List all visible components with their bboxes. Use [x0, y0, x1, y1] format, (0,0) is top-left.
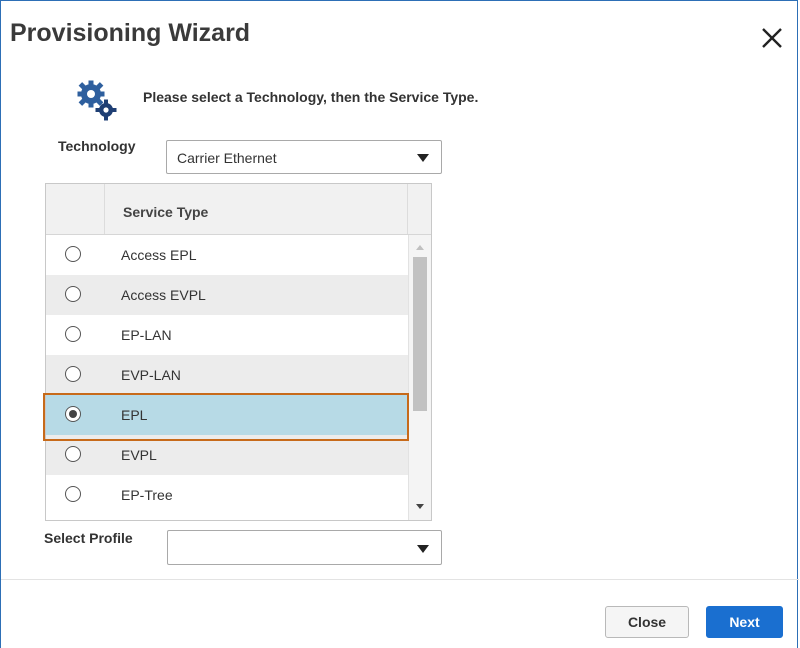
profile-select[interactable] [167, 530, 442, 565]
vertical-scrollbar[interactable] [408, 235, 431, 520]
service-type-label: EP-LAN [121, 327, 172, 343]
radio-button-checked[interactable] [65, 406, 81, 422]
service-type-label: EVPL [121, 447, 157, 463]
table-row[interactable]: Access EVPL [46, 275, 408, 315]
instruction-text: Please select a Technology, then the Ser… [143, 89, 479, 105]
table-row[interactable]: EP-LAN [46, 315, 408, 355]
radio-dot-icon [69, 410, 77, 418]
service-type-label: Access EPL [121, 247, 197, 263]
table-row[interactable]: EPL [46, 395, 408, 435]
chevron-down-icon [417, 545, 429, 553]
next-button[interactable]: Next [706, 606, 783, 638]
select-profile-label: Select Profile [44, 530, 133, 546]
scroll-down-arrow-icon[interactable] [416, 504, 424, 509]
radio-button[interactable] [65, 246, 81, 262]
technology-label: Technology [58, 138, 136, 154]
dialog-title: Provisioning Wizard [10, 19, 251, 47]
service-type-grid: Service Type Access EPL Access EVPL EP-LAN… [45, 183, 432, 521]
table-row[interactable]: EP-Tree [46, 475, 408, 515]
service-type-label: Access EVPL [121, 287, 206, 303]
technology-select-value: Carrier Ethernet [177, 150, 277, 166]
service-type-rows: Access EPL Access EVPL EP-LAN EVP-LAN EPL EVP… [46, 235, 408, 515]
radio-button[interactable] [65, 446, 81, 462]
radio-button[interactable] [65, 366, 81, 382]
scroll-up-arrow-icon[interactable] [416, 245, 424, 250]
provisioning-wizard-dialog: Provisioning Wizard Please select a Tech… [0, 0, 799, 648]
column-header-service-type[interactable]: Service Type [123, 204, 208, 220]
radio-button[interactable] [65, 486, 81, 502]
service-type-label: EP-Tree [121, 487, 173, 503]
chevron-down-icon [417, 154, 429, 162]
table-row[interactable]: Access EPL [46, 235, 408, 275]
radio-button[interactable] [65, 286, 81, 302]
table-row[interactable]: EVP-LAN [46, 355, 408, 395]
close-icon[interactable] [759, 25, 785, 51]
gears-icon [76, 79, 118, 121]
service-type-label: EVP-LAN [121, 367, 181, 383]
close-button[interactable]: Close [605, 606, 689, 638]
service-type-label: EPL [121, 407, 148, 423]
grid-header: Service Type [46, 184, 431, 235]
table-row[interactable]: EVPL [46, 435, 408, 475]
scrollbar-thumb[interactable] [413, 257, 427, 411]
footer-divider [1, 579, 799, 580]
radio-button[interactable] [65, 326, 81, 342]
technology-select[interactable]: Carrier Ethernet [166, 140, 442, 174]
